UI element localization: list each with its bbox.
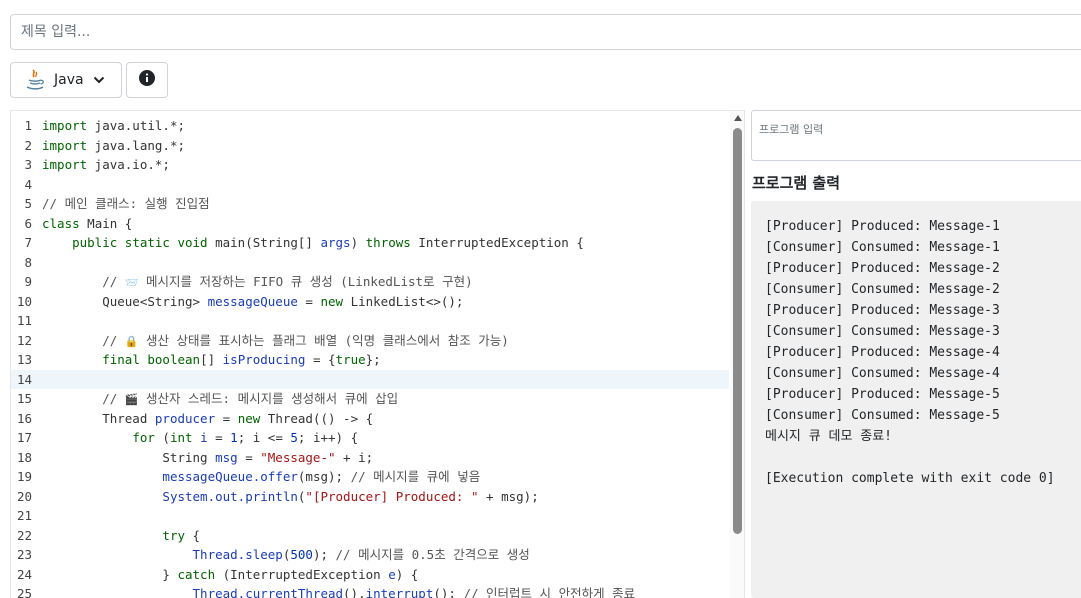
code-line: 7 public static void main(String[] args)…: [11, 233, 729, 253]
code-lines[interactable]: 1 import java.util.*; 2 import java.lang.*…: [11, 116, 729, 598]
code-line-active: 14: [11, 369, 729, 389]
output-line: [Execution complete with exit code 0]: [765, 471, 1055, 486]
code-line: 4: [11, 175, 729, 195]
line-number: 18: [16, 449, 32, 465]
info-button[interactable]: [126, 62, 168, 98]
scrollbar-thumb[interactable]: [733, 128, 742, 534]
line-number: 21: [16, 508, 32, 523]
language-select-button[interactable]: Java: [10, 62, 122, 98]
code-line: 12 // 🔒 생산 상태를 표시하는 플래그 배열 (익명 클래스에서 참조 …: [11, 331, 729, 351]
code-line: 25 Thread.currentThread().interrupt(); /…: [11, 584, 729, 598]
code-editor[interactable]: 1 import java.util.*; 2 import java.lang.*…: [10, 110, 745, 598]
scroll-up-arrow-icon[interactable]: [734, 115, 742, 121]
line-number: 25: [16, 586, 32, 598]
program-output: [Producer] Produced: Message-1 [Consumer…: [751, 201, 1081, 598]
line-number: 12: [16, 332, 32, 348]
line-number: 5: [24, 196, 32, 211]
line-number: 2: [24, 137, 32, 153]
java-icon: [24, 68, 46, 92]
code-line: 5// 메인 클래스: 실행 진입점: [11, 194, 729, 214]
code-line: 10 Queue<String> messageQueue = new Link…: [11, 292, 729, 312]
line-number: 17: [16, 430, 32, 445]
output-line: [Consumer] Consumed: Message-5: [765, 408, 1000, 423]
line-number: 20: [16, 488, 32, 504]
code-line: 16 Thread producer = new Thread(() -> {: [11, 409, 729, 429]
code-line: 9 // 📨 메시지를 저장하는 FIFO 큐 생성 (LinkedList로 …: [11, 272, 729, 292]
line-number: 8: [24, 254, 32, 270]
output-heading: 프로그램 출력: [752, 174, 841, 192]
line-number: 1: [24, 118, 32, 133]
line-number: 22: [16, 527, 32, 543]
code-line: 2 import java.lang.*;: [11, 136, 729, 156]
output-line: [Consumer] Consumed: Message-4: [765, 366, 1000, 381]
code-line: 24 } catch (InterruptedException e) {: [11, 565, 729, 585]
code-line: 1 import java.util.*;: [11, 116, 729, 136]
line-number: 14: [16, 371, 32, 387]
code-line: 17 for (int i = 1; i <= 5; i++) {: [11, 428, 729, 448]
output-line: [Producer] Produced: Message-5: [765, 387, 1000, 402]
code-line: 11: [11, 311, 729, 331]
output-line: [Producer] Produced: Message-4: [765, 345, 1000, 360]
line-number: 15: [16, 391, 32, 406]
code-line: 23 Thread.sleep(500); // 메시지를 0.5초 간격으로 …: [11, 545, 729, 565]
line-number: 19: [16, 469, 32, 484]
code-line: 8: [11, 253, 729, 273]
language-label: Java: [54, 72, 84, 88]
line-number: 9: [24, 274, 32, 289]
line-number: 3: [24, 157, 32, 172]
code-line: 13 final boolean[] isProducing = {true};: [11, 350, 729, 370]
output-line: [Consumer] Consumed: Message-1: [765, 240, 1000, 255]
code-line: 18 String msg = "Message-" + i;: [11, 448, 729, 468]
line-number: 13: [16, 352, 32, 367]
line-number: 10: [16, 293, 32, 309]
editor-scrollbar[interactable]: [730, 111, 744, 598]
line-number: 4: [24, 176, 32, 192]
code-line: 22 try {: [11, 526, 729, 546]
output-line: [Producer] Produced: Message-3: [765, 303, 1000, 318]
output-line: [Consumer] Consumed: Message-2: [765, 282, 1000, 297]
program-input-field[interactable]: [751, 110, 1081, 161]
output-line: [Producer] Produced: Message-2: [765, 261, 1000, 276]
code-line: 21: [11, 506, 729, 526]
code-line: 20 System.out.println("[Producer] Produc…: [11, 487, 729, 507]
title-input[interactable]: [10, 14, 1081, 50]
code-line: 3 import java.io.*;: [11, 155, 729, 175]
output-line: [Consumer] Consumed: Message-3: [765, 324, 1000, 339]
line-number: 7: [24, 235, 32, 250]
code-line: 6 class Main {: [11, 214, 729, 234]
output-line: [Producer] Produced: Message-1: [765, 219, 1000, 234]
chevron-down-icon: [92, 73, 106, 87]
info-icon: [139, 70, 155, 90]
line-number: 16: [16, 410, 32, 426]
line-number: 6: [24, 215, 32, 231]
line-number: 23: [16, 547, 32, 562]
code-line: 19 messageQueue.offer(msg); // 메시지를 큐에 넣…: [11, 467, 729, 487]
output-line: 메시지 큐 데모 종료!: [765, 429, 892, 444]
code-line: 15 // 🎬 생산자 스레드: 메시지를 생성해서 큐에 삽입: [11, 389, 729, 409]
line-number: 11: [16, 313, 32, 328]
line-number: 24: [16, 566, 32, 582]
